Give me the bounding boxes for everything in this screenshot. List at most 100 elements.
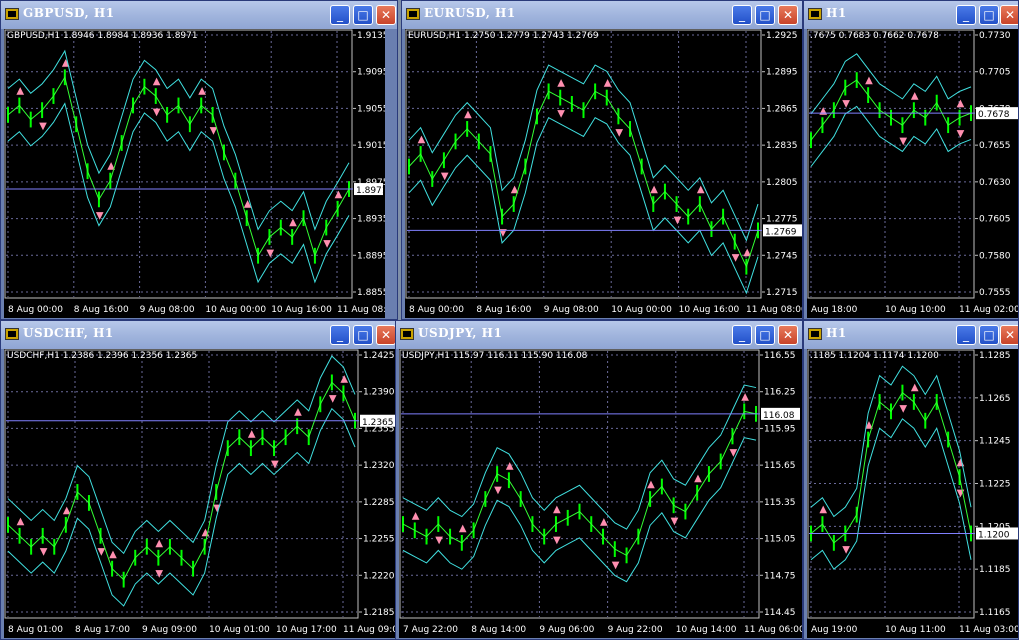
minimize-button[interactable]: _ bbox=[732, 325, 752, 345]
chart-svg: 1.12851.12651.12451.12251.12051.11851.11… bbox=[807, 349, 1018, 635]
time-label: Aug 19:00 bbox=[811, 625, 858, 635]
time-label: 10 Aug 17:00 bbox=[276, 625, 337, 635]
fractal-down-marker: ▼ bbox=[899, 403, 907, 414]
ohlc-header: GBPUSD,H1 1.8946 1.8984 1.8936 1.8971 bbox=[7, 31, 198, 41]
price-label: 1.1225 bbox=[979, 480, 1011, 490]
time-label: Aug 18:00 bbox=[811, 305, 858, 315]
chart-window-gbpusd[interactable]: GBPUSD, H1 _□✕ 1.9135 1.9095 1.9055 1.9015 1.8… bbox=[0, 0, 398, 320]
maximize-button[interactable]: □ bbox=[353, 5, 373, 25]
price-chart[interactable]: 1.2925 1.2895 1.2865 1.2835 1.2805 1.2775 1.27… bbox=[405, 29, 802, 318]
window-title: GBPUSD, H1 bbox=[23, 6, 115, 20]
window-titlebar[interactable]: H1 _ □ ✕ bbox=[804, 321, 1018, 349]
maximize-button[interactable]: □ bbox=[979, 5, 999, 25]
price-label: 115.35 bbox=[764, 498, 796, 508]
window-titlebar[interactable]: GBPUSD, H1 _ □ ✕ bbox=[1, 1, 397, 29]
price-label: 1.2715 bbox=[766, 288, 798, 298]
time-label: 8 Aug 16:00 bbox=[74, 305, 129, 315]
minimize-button[interactable]: _ bbox=[330, 325, 350, 345]
price-chart[interactable]: 1.91351.90951.90551.90151.89751.89351.88… bbox=[4, 29, 385, 318]
fractal-up-marker: ▲ bbox=[865, 75, 873, 86]
price-label: 1.9135 bbox=[357, 31, 385, 41]
minimize-button[interactable]: _ bbox=[330, 5, 350, 25]
fractal-up-marker: ▲ bbox=[153, 76, 161, 87]
fractal-up-marker: ▲ bbox=[294, 406, 302, 417]
window-title: EURUSD, H1 bbox=[424, 6, 516, 20]
time-label: 10 Aug 00:00 bbox=[611, 305, 672, 315]
minimize-button[interactable]: _ bbox=[956, 325, 976, 345]
time-label: 8 Aug 00:00 bbox=[8, 305, 63, 315]
fractal-down-marker: ▼ bbox=[732, 253, 740, 264]
time-label: 9 Aug 06:00 bbox=[539, 625, 594, 635]
window-title: USDJPY, H1 bbox=[418, 326, 503, 340]
current-price-label: 1.2769 bbox=[765, 227, 797, 237]
current-price-label: 0.7678 bbox=[978, 110, 1010, 120]
price-label: 116.55 bbox=[764, 351, 796, 361]
current-price-label: 1.1200 bbox=[978, 530, 1010, 540]
time-label: 8 Aug 17:00 bbox=[75, 625, 130, 635]
price-chart[interactable]: 0.7730 0.7705 0.7678 0.7655 0.7630 0.7605 0.75… bbox=[807, 29, 1019, 318]
close-button[interactable]: ✕ bbox=[376, 5, 396, 25]
minimize-button[interactable]: _ bbox=[732, 5, 752, 25]
price-label: 1.1265 bbox=[979, 394, 1011, 404]
window-titlebar[interactable]: USDJPY, H1 _ □ ✕ bbox=[396, 321, 802, 349]
price-label: 1.2220 bbox=[363, 571, 395, 581]
time-label: 11 Aug 02:00 bbox=[959, 305, 1019, 315]
ohlc-header: .7675 0.7683 0.7662 0.7678 bbox=[810, 31, 939, 41]
fractal-up-marker: ▲ bbox=[647, 479, 655, 490]
time-label: 9 Aug 08:00 bbox=[140, 305, 195, 315]
window-titlebar[interactable]: EURUSD, H1 _ □ ✕ bbox=[402, 1, 802, 29]
chart-window-audusd[interactable]: H1 _□✕ 0.7730 0.7705 0.7678 0.7655 0.7630 0.760… bbox=[803, 0, 1019, 320]
window-titlebar[interactable]: USDCHF, H1 _ □ ✕ bbox=[1, 321, 397, 349]
fractal-up-marker: ▲ bbox=[553, 504, 561, 515]
close-button[interactable]: ✕ bbox=[778, 325, 798, 345]
price-label: 1.2925 bbox=[766, 31, 798, 41]
chart-window-usdchf[interactable]: USDCHF, H1 _ □ ✕ 1.2425 1.2390 1.2355 1.2320 1.2… bbox=[0, 320, 398, 640]
ohlc-header: EURUSD,H1 1.2750 1.2779 1.2743 1.2769 bbox=[408, 31, 599, 41]
maximize-button[interactable]: □ bbox=[755, 325, 775, 345]
price-label: 1.8855 bbox=[357, 288, 385, 298]
fractal-down-marker: ▼ bbox=[266, 248, 274, 259]
price-chart[interactable]: 116.55 116.25 115.95 115.65 115.35 115.05 114.… bbox=[399, 349, 802, 638]
chart-window-eurusd[interactable]: EURUSD, H1 _ □ ✕ 1.2925 1.2895 1.2865 1.2835 1.2… bbox=[401, 0, 803, 320]
fractal-down-marker: ▼ bbox=[557, 109, 565, 120]
close-button[interactable]: ✕ bbox=[778, 5, 798, 25]
minimize-button[interactable]: _ bbox=[956, 5, 976, 25]
price-chart[interactable]: 1.2425 1.2390 1.2355 1.2320 1.2285 1.2255 1.22… bbox=[4, 349, 397, 638]
price-label: 115.05 bbox=[764, 535, 796, 545]
fractal-down-marker: ▼ bbox=[729, 447, 737, 458]
price-label: 114.75 bbox=[764, 571, 796, 581]
price-label: 1.1245 bbox=[979, 437, 1011, 447]
close-button[interactable]: ✕ bbox=[1000, 325, 1018, 345]
plot-frame bbox=[807, 29, 975, 299]
close-button[interactable]: ✕ bbox=[376, 325, 396, 345]
price-chart[interactable]: 1.1285 1.1265 1.1245 1.1225 1.1205 1.1185 1.11… bbox=[807, 349, 1018, 638]
chart-window-usdjpy[interactable]: USDJPY, H1 _ □ ✕ 116.55 116.25 115.95 115.65 115… bbox=[395, 320, 803, 640]
ohlc-values: 1.2750 1.2779 1.2743 1.2769 bbox=[464, 31, 599, 41]
chart-svg: 0.7730 0.7705 0.7678 0.7655 0.7630 0.7605 0.75… bbox=[807, 29, 1019, 315]
chart-window-icon bbox=[808, 328, 822, 340]
time-label: 9 Aug 22:00 bbox=[608, 625, 663, 635]
price-label: 0.7730 bbox=[979, 31, 1011, 41]
chart-window-gbpchf[interactable]: H1 _ □ ✕ 1.1285 1.1265 1.1245 1.1225 1.1205 1.118… bbox=[803, 320, 1019, 640]
price-label: 1.2745 bbox=[766, 251, 798, 261]
close-button[interactable]: ✕ bbox=[1000, 5, 1018, 25]
fractal-up-marker: ▲ bbox=[16, 86, 24, 97]
fractal-down-marker: ▼ bbox=[612, 560, 620, 571]
maximize-button[interactable]: □ bbox=[979, 325, 999, 345]
fractal-down-marker: ▼ bbox=[553, 535, 561, 546]
fractal-up-marker: ▲ bbox=[819, 105, 827, 116]
ohlc-header: USDCHF,H1 1.2386 1.2396 1.2356 1.2365 bbox=[7, 351, 197, 361]
time-label: 11 Aug 08:00 bbox=[337, 305, 385, 315]
price-label: 1.2895 bbox=[766, 68, 798, 78]
maximize-button[interactable]: □ bbox=[755, 5, 775, 25]
maximize-button[interactable]: □ bbox=[353, 325, 373, 345]
time-label: 10 Aug 11:00 bbox=[885, 625, 946, 635]
chart-svg: 116.55 116.25 115.95 115.65 115.35 115.05 114.… bbox=[399, 349, 802, 635]
time-label: 11 Aug 06:00 bbox=[744, 625, 802, 635]
window-titlebar[interactable]: H1 _ □ ✕ bbox=[804, 1, 1018, 29]
time-label: 9 Aug 08:00 bbox=[544, 305, 599, 315]
fractal-up-marker: ▲ bbox=[911, 382, 919, 393]
symbol-label: USDJPY,H1 bbox=[402, 351, 450, 361]
ohlc-header: .1185 1.1204 1.1174 1.1200 bbox=[810, 351, 939, 361]
bollinger-lower bbox=[7, 407, 356, 607]
